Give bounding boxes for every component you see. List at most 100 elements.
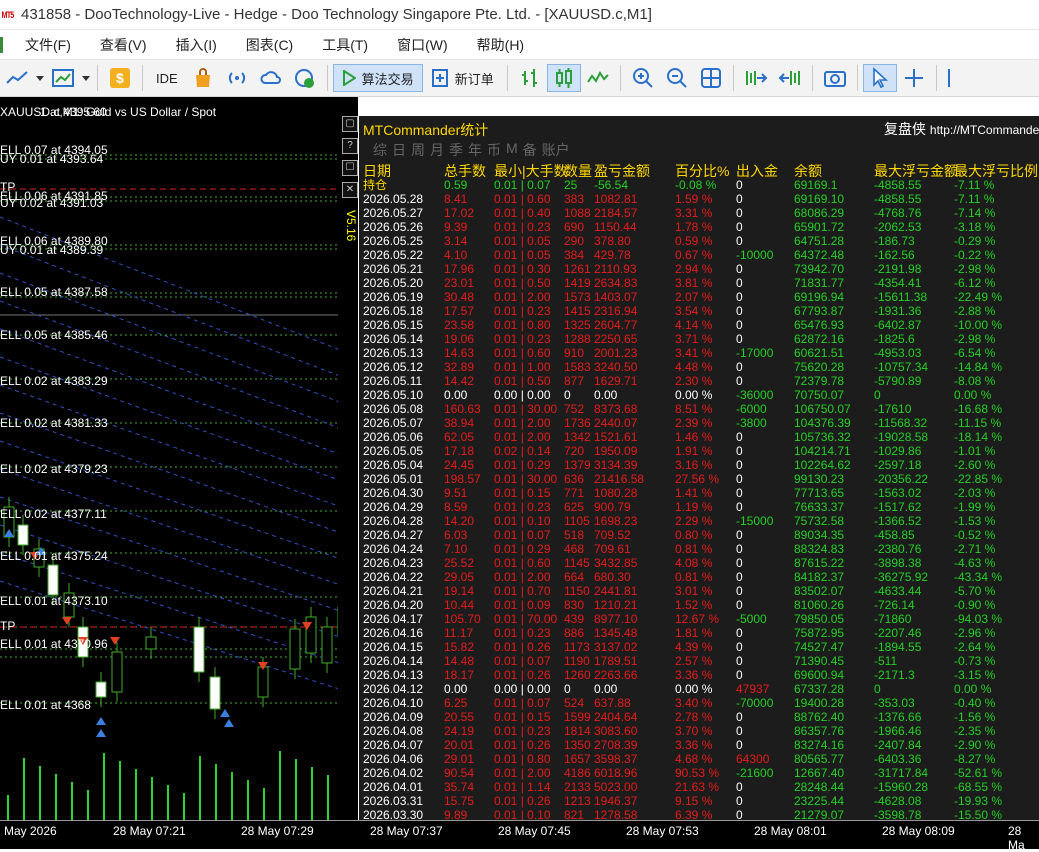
vertical-line-icon[interactable] <box>942 64 956 92</box>
order-label: ELL 0.01 at 4368 <box>0 698 91 712</box>
table-cell: -4.63 % <box>954 556 996 570</box>
menu-window[interactable]: 窗口(W) <box>397 35 448 55</box>
algo-trading-button[interactable]: 算法交易 <box>332 64 423 92</box>
new-order-button[interactable]: 新订单 <box>423 64 502 92</box>
crosshair-icon[interactable] <box>897 64 931 92</box>
table-cell: -2380.76 <box>874 542 922 556</box>
menu-file[interactable]: 文件(F) <box>25 35 71 55</box>
tab-1[interactable]: 日 <box>392 140 406 160</box>
table-cell: 0.01 | 0.07 <box>494 654 551 668</box>
zoom-out-icon[interactable] <box>660 64 694 92</box>
table-cell: 2026.04.01 <box>363 780 424 794</box>
tab-9[interactable]: 账户 <box>542 140 570 160</box>
cloud-icon[interactable] <box>254 64 288 92</box>
tab-4[interactable]: 季 <box>449 140 463 160</box>
table-cell: 1288 <box>564 332 591 346</box>
table-row: 2026.05.18 17.57 0.01 | 0.23 1415 2316.94 3.5… <box>363 304 1039 318</box>
side-button-4[interactable]: ✕ <box>342 182 358 198</box>
table-cell: 1.46 % <box>675 430 713 444</box>
table-row: 2026.05.14 19.06 0.01 | 0.23 1288 2250.65 3.7… <box>363 332 1039 346</box>
table-cell: 69169.1 <box>794 178 838 192</box>
dropdown-arrow-icon[interactable] <box>34 64 46 92</box>
table-cell: 2026.05.04 <box>363 458 424 472</box>
shopping-bag-icon[interactable] <box>186 64 220 92</box>
table-cell: 468 <box>564 542 585 556</box>
table-cell: 4.48 % <box>675 360 713 374</box>
table-cell: -2.03 % <box>954 486 996 500</box>
table-cell: 0.01 | 0.07 <box>494 696 551 710</box>
vps-icon[interactable] <box>288 64 322 92</box>
table-cell: 0.02 | 0.14 <box>494 444 551 458</box>
dropdown-arrow-icon[interactable] <box>80 64 92 92</box>
line-icon[interactable] <box>581 64 615 92</box>
table-cell: 86357.76 <box>794 724 845 738</box>
menu-help[interactable]: 帮助(H) <box>477 35 524 55</box>
order-label: ELL 0.05 at 4385.46 <box>0 328 108 342</box>
table-cell: 0 <box>736 710 743 724</box>
table-cell: 0 <box>736 472 743 486</box>
signal-icon[interactable] <box>220 64 254 92</box>
website-link[interactable]: http://MTCommander <box>930 123 1039 137</box>
table-cell: 0 <box>874 388 881 402</box>
table-cell: -2407.84 <box>874 738 922 752</box>
chart-shift-icon[interactable] <box>773 64 807 92</box>
menu-tools[interactable]: 工具(T) <box>322 35 368 55</box>
tab-6[interactable]: 币 <box>487 140 501 160</box>
table-cell: -10757.34 <box>874 360 929 374</box>
table-cell: -2062.53 <box>874 220 922 234</box>
tab-7[interactable]: M <box>506 140 518 160</box>
tab-0[interactable]: 综 <box>373 140 387 160</box>
table-cell: -10000 <box>736 248 774 262</box>
table-cell: 90.53 % <box>675 766 720 780</box>
tab-5[interactable]: 年 <box>468 140 482 160</box>
table-cell: 6018.96 <box>594 766 638 780</box>
table-cell: 3.14 <box>444 234 468 248</box>
table-cell: 1325 <box>564 318 591 332</box>
window-title: 431858 - DooTechnology-Live - Hedge - Do… <box>21 6 652 23</box>
side-button-1[interactable]: ▢ <box>342 116 358 132</box>
table-cell: 67793.87 <box>794 304 845 318</box>
tab-2[interactable]: 周 <box>411 140 425 160</box>
table-cell: 17.02 <box>444 206 475 220</box>
screenshot-icon[interactable] <box>818 64 852 92</box>
menu-view[interactable]: 查看(V) <box>100 35 147 55</box>
replay-link[interactable]: 复盘侠 <box>884 121 926 137</box>
autoscroll-icon[interactable] <box>739 64 773 92</box>
zoom-in-icon[interactable] <box>626 64 660 92</box>
table-cell: 0 <box>736 374 743 388</box>
candlestick-icon[interactable] <box>546 64 581 92</box>
side-button-3[interactable]: ☐ <box>342 160 358 176</box>
panel-header-right: 复盘侠 http://MTCommander <box>884 119 1039 139</box>
price-chart[interactable]: XAUUSD.c,M1: Gold vs US Dollar / Spot 1 … <box>0 97 358 820</box>
table-cell: 2026.04.27 <box>363 528 424 542</box>
table-cell: 1573 <box>564 290 591 304</box>
table-cell: 0.01 | 0.26 <box>494 738 551 752</box>
chart-template-icon[interactable] <box>46 64 80 92</box>
table-cell: -7.11 % <box>954 178 995 192</box>
bar-chart-icon[interactable] <box>513 64 547 92</box>
line-chart-icon[interactable] <box>0 64 34 92</box>
table-cell: 0.01 | 0.23 <box>494 304 551 318</box>
table-cell: -0.40 % <box>954 696 996 710</box>
table-cell: 2026.05.21 <box>363 262 424 276</box>
candle-body <box>193 626 205 673</box>
table-cell: 83502.07 <box>794 584 845 598</box>
menu-insert[interactable]: 插入(I) <box>176 35 217 55</box>
table-cell: 877 <box>564 374 585 388</box>
dollar-icon[interactable]: $ <box>103 64 137 92</box>
ide-button[interactable]: IDE <box>148 64 186 92</box>
table-cell: -2207.46 <box>874 626 922 640</box>
table-cell: 1629.71 <box>594 374 638 388</box>
table-cell: 2026.05.25 <box>363 234 424 248</box>
tab-3[interactable]: 月 <box>430 140 444 160</box>
table-cell: 0.01 | 2.00 <box>494 570 551 584</box>
menu-charts[interactable]: 图表(C) <box>246 35 293 55</box>
table-cell: 2026.04.23 <box>363 556 424 570</box>
tab-8[interactable]: 备 <box>523 140 537 160</box>
table-cell: -15960.28 <box>874 780 929 794</box>
side-button-2[interactable]: ? <box>342 138 358 154</box>
table-header: 日期 总手数 最小|大手数 数量 盈亏金额 百分比% 出入金 余额 最大浮亏金额 最大浮亏比例 <box>363 161 1039 179</box>
table-cell: 0 <box>736 584 743 598</box>
grid-icon[interactable] <box>694 64 728 92</box>
cursor-icon[interactable] <box>862 64 897 92</box>
